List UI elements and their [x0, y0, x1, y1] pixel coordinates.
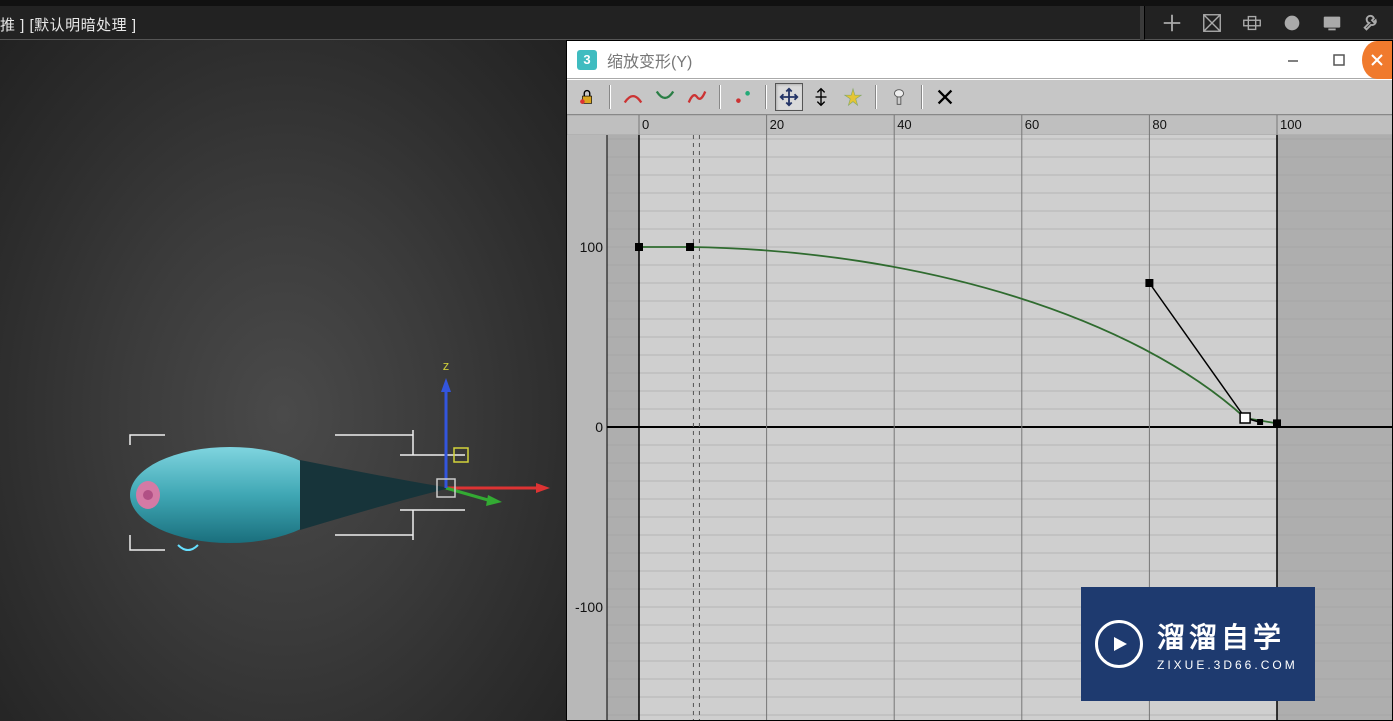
- snap-icon[interactable]: [839, 83, 867, 111]
- curve-ease-icon[interactable]: [651, 83, 679, 111]
- close-button[interactable]: [1362, 41, 1392, 79]
- y-tick-label: -100: [575, 599, 603, 615]
- lock-icon[interactable]: [573, 83, 601, 111]
- curve-smooth-icon[interactable]: [619, 83, 647, 111]
- top-toolbar: [1144, 6, 1393, 40]
- mirror-icon[interactable]: [885, 83, 913, 111]
- move-icon[interactable]: [775, 83, 803, 111]
- x-tick-label: 100: [1280, 117, 1302, 132]
- x-tick-label: 0: [642, 117, 649, 132]
- y-tick-label: 100: [580, 239, 604, 255]
- wrench-icon[interactable]: [1359, 10, 1385, 36]
- delete-icon[interactable]: [931, 83, 959, 111]
- curve-step-icon[interactable]: [683, 83, 711, 111]
- point-icon[interactable]: [729, 83, 757, 111]
- title-text: 推 ] [默认明暗处理 ]: [0, 14, 137, 35]
- x-tick-label: 20: [770, 117, 784, 132]
- viewport-3d[interactable]: z: [0, 40, 566, 721]
- watermark-en: ZIXUE.3D66.COM: [1157, 658, 1298, 672]
- add-icon[interactable]: [1159, 10, 1185, 36]
- monitor-icon[interactable]: [1319, 10, 1345, 36]
- edit-uv-icon[interactable]: [1199, 10, 1225, 36]
- watermark-logo-icon: [1095, 620, 1143, 668]
- align-icon[interactable]: [1239, 10, 1265, 36]
- maximize-button[interactable]: [1316, 41, 1362, 79]
- gizmo-z-label: z: [443, 358, 450, 373]
- x-tick-label: 60: [1025, 117, 1039, 132]
- scale-v-icon[interactable]: [807, 83, 835, 111]
- deform-toolbar: [567, 79, 1392, 115]
- watermark-cn: 溜溜自学: [1157, 616, 1298, 656]
- minimize-button[interactable]: [1270, 41, 1316, 79]
- y-tick-label: 0: [595, 419, 603, 435]
- watermark: 溜溜自学 ZIXUE.3D66.COM: [1081, 587, 1315, 701]
- x-tick-label: 80: [1152, 117, 1166, 132]
- x-tick-label: 40: [897, 117, 911, 132]
- window-title: 缩放变形(Y): [607, 48, 692, 72]
- app-icon: 3: [577, 50, 597, 70]
- sphere-icon[interactable]: [1279, 10, 1305, 36]
- window-titlebar[interactable]: 3 缩放变形(Y): [567, 41, 1392, 79]
- title-bar: 推 ] [默认明暗处理 ]: [0, 6, 1140, 40]
